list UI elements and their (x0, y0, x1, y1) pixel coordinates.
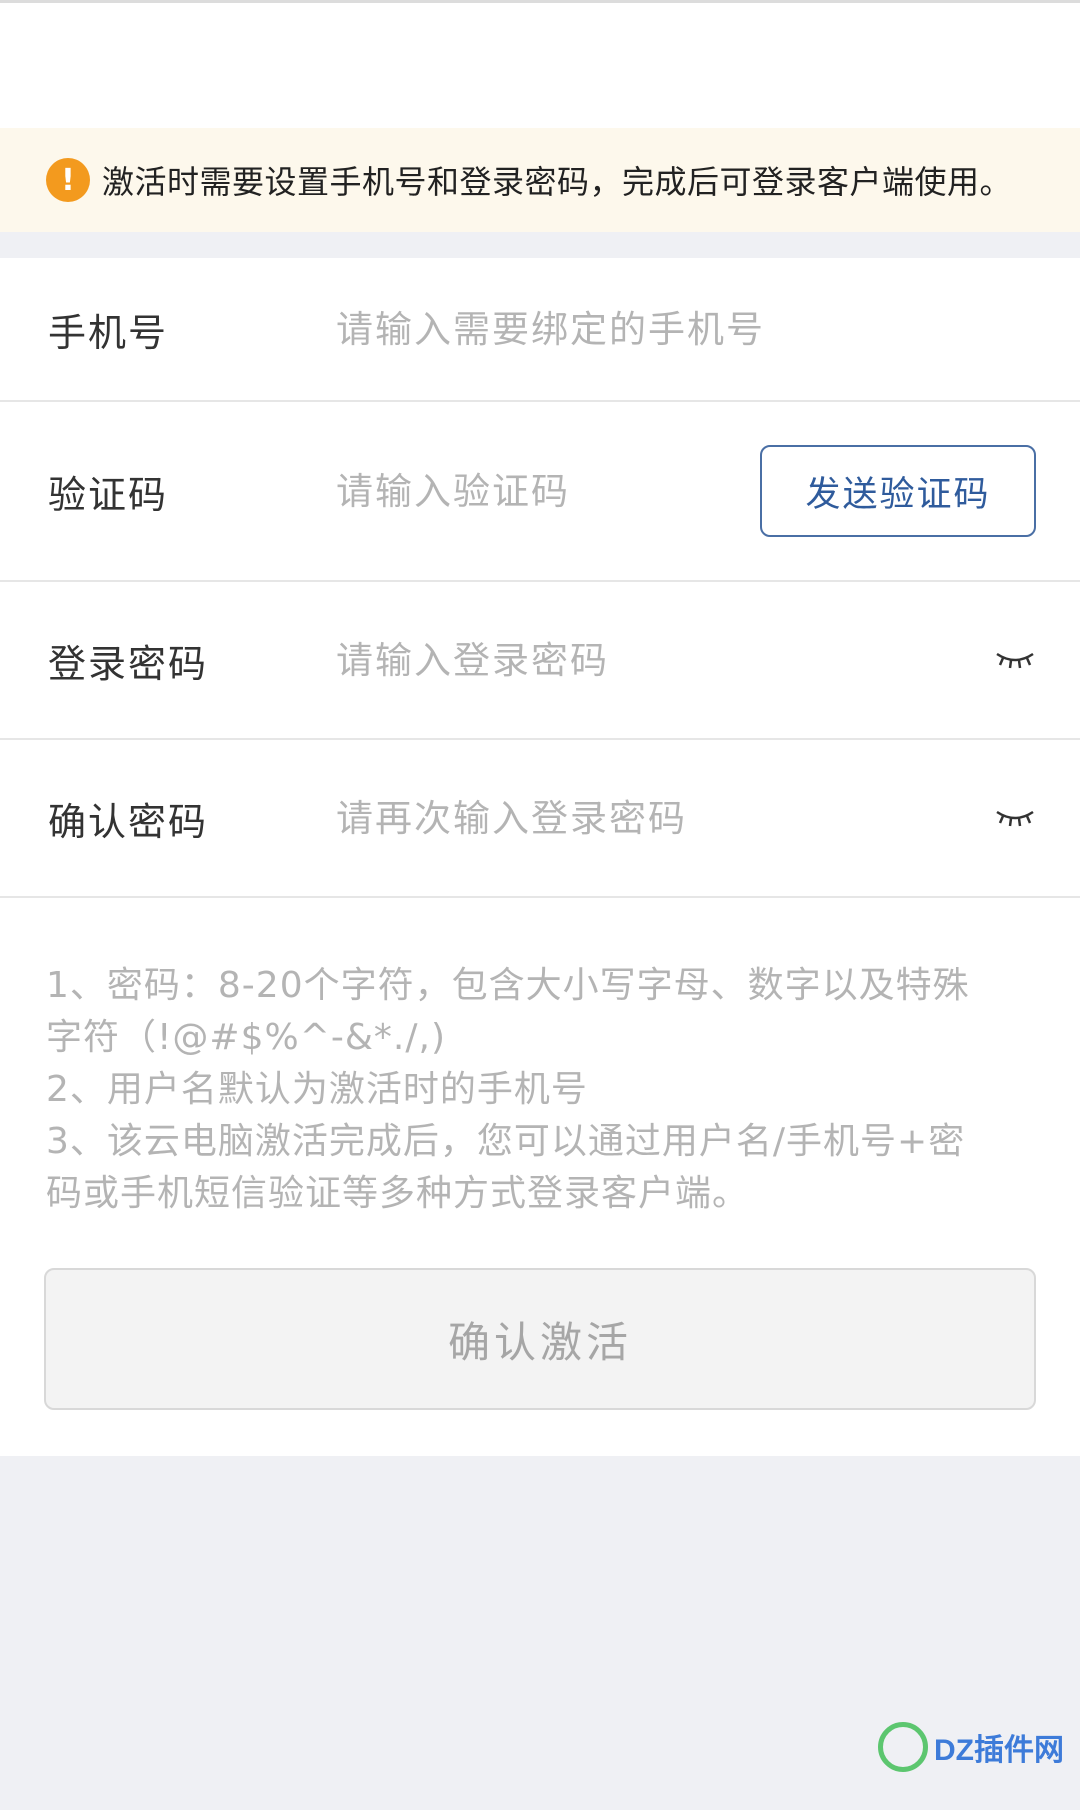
dz-logo-icon (878, 1722, 928, 1772)
password-row: 登录密码 (0, 582, 1080, 740)
notice-text: 激活时需要设置手机号和登录密码，完成后可登录客户端使用。 (102, 163, 1013, 201)
rule-line: 码或手机短信验证等多种方式登录客户端。 (46, 1173, 750, 1214)
activation-form: 手机号 验证码 发送验证码 登录密码 确认密码 (0, 258, 1080, 898)
code-label: 验证码 (48, 472, 169, 517)
send-code-button[interactable]: 发送验证码 (760, 445, 1036, 537)
exclamation-icon: ! (46, 158, 90, 202)
eye-closed-icon[interactable] (994, 806, 1036, 830)
phone-input[interactable] (336, 307, 856, 351)
rule-line: 2、用户名默认为激活时的手机号 (46, 1069, 588, 1110)
confirm-password-label: 确认密码 (48, 799, 209, 844)
code-row: 验证码 发送验证码 (0, 402, 1080, 582)
password-input[interactable] (336, 638, 856, 682)
confirm-activate-button[interactable]: 确认激活 (44, 1268, 1036, 1410)
eye-closed-icon[interactable] (994, 648, 1036, 672)
password-label: 登录密码 (48, 641, 209, 686)
confirm-password-input[interactable] (336, 796, 856, 840)
rule-line: 1、密码：8-20个字符，包含大小写字母、数字以及特殊 (46, 965, 970, 1006)
phone-label: 手机号 (48, 310, 169, 355)
top-header (0, 0, 1080, 128)
phone-row: 手机号 (0, 258, 1080, 402)
code-input[interactable] (336, 469, 716, 513)
rule-line: 3、该云电脑激活完成后，您可以通过用户名/手机号+密 (46, 1121, 966, 1162)
rule-line: 字符（!@#$%^-&*./,) (46, 1017, 446, 1058)
watermark: DZ插件网 (878, 1722, 1064, 1772)
confirm-password-row: 确认密码 (0, 740, 1080, 898)
notice-banner: ! 激活时需要设置手机号和登录密码，完成后可登录客户端使用。 (0, 128, 1080, 232)
watermark-text: DZ插件网 (934, 1734, 1064, 1767)
